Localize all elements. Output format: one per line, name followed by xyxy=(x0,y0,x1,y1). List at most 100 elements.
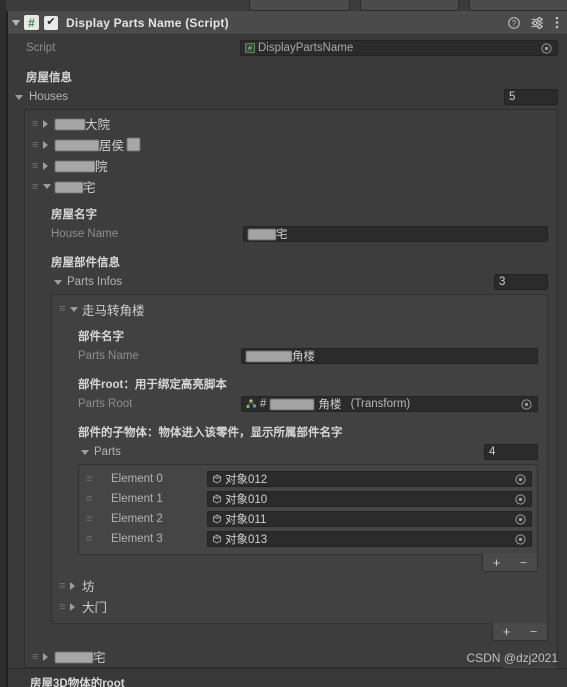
element-row[interactable]: ≡ Element 2 对象011 xyxy=(84,509,532,529)
parts-info-title: 坊 xyxy=(82,580,95,594)
toolbar-button-1[interactable] xyxy=(249,0,350,11)
house-list-item[interactable]: ≡ 院 xyxy=(25,155,557,176)
parts-array-row[interactable]: Parts 4 xyxy=(78,443,538,461)
houses-section-header: 房屋信息 xyxy=(26,72,72,84)
redacted-text xyxy=(55,652,93,663)
house-foldout[interactable] xyxy=(43,184,55,189)
remove-element-button[interactable]: − xyxy=(515,556,533,569)
toolbar-button-2[interactable] xyxy=(360,0,459,11)
drag-handle-icon[interactable]: ≡ xyxy=(32,118,43,130)
parts-info-item[interactable]: ≡ 大门 xyxy=(52,596,547,617)
drag-handle-icon[interactable]: ≡ xyxy=(59,580,70,592)
parts-infos-foldout[interactable] xyxy=(51,279,64,285)
csdn-watermark: CSDN @dzj2021 xyxy=(466,651,558,665)
drag-handle-icon[interactable]: ≡ xyxy=(86,533,97,545)
element-row[interactable]: ≡ Element 3 对象013 xyxy=(84,529,532,549)
houses-list-container: ≡ 大院 ≡ 居侯 ≡ 院 ≡ 宅 房屋名字 House Name 宅 房屋部件… xyxy=(24,109,558,685)
houses-size-field[interactable]: 5 xyxy=(504,89,558,105)
more-menu-icon[interactable] xyxy=(555,16,559,29)
object-picker-icon[interactable] xyxy=(514,533,527,546)
house-list-item[interactable]: ≡ 大院 xyxy=(25,113,557,134)
parts-name-input[interactable]: 角楼 xyxy=(241,348,538,364)
preset-icon[interactable] xyxy=(531,16,544,29)
element-object-field[interactable]: 对象011 xyxy=(207,511,532,527)
parts-info-item-expanded[interactable]: ≡ 走马转角楼 xyxy=(52,299,547,319)
chevron-down-icon xyxy=(70,306,78,312)
element-value-wrap: 对象013 xyxy=(212,531,267,547)
component-foldout-toggle[interactable] xyxy=(8,11,24,34)
parts-root-object-field[interactable]: # 角楼 (Transform) xyxy=(241,396,538,412)
drag-handle-icon[interactable]: ≡ xyxy=(86,493,97,505)
parts-root-value-wrap: # 角楼 (Transform) xyxy=(246,396,410,412)
object-picker-icon[interactable] xyxy=(514,513,527,526)
component-title: Display Parts Name (Script) xyxy=(66,15,229,30)
toolbar-button-3[interactable] xyxy=(469,0,567,11)
component-header[interactable]: # ✔ Display Parts Name (Script) ? xyxy=(8,11,567,35)
gameobject-icon xyxy=(212,494,222,504)
redacted-text xyxy=(55,161,95,172)
script-object-field[interactable]: # DisplayPartsName xyxy=(240,40,558,56)
transform-icon xyxy=(246,399,257,409)
parts-info-foldout[interactable] xyxy=(70,581,82,590)
element-object-field[interactable]: 对象013 xyxy=(207,531,532,547)
component-header-icons: ? xyxy=(508,11,559,34)
house-foldout[interactable] xyxy=(43,140,55,149)
drag-handle-icon[interactable]: ≡ xyxy=(32,181,43,193)
parts-array-foldout[interactable] xyxy=(78,449,91,455)
house-list-item[interactable]: ≡ 居侯 xyxy=(25,134,557,155)
chevron-right-icon xyxy=(70,581,75,590)
parts-infos-header: 房屋部件信息 xyxy=(51,257,120,269)
houses-label: Houses xyxy=(29,91,68,103)
element-row[interactable]: ≡ Element 0 对象012 xyxy=(84,469,532,489)
gameobject-icon xyxy=(212,534,222,544)
parts-name-label: Parts Name xyxy=(78,350,139,362)
drag-handle-icon[interactable]: ≡ xyxy=(32,139,43,151)
parts-array-size-field[interactable]: 4 xyxy=(484,444,538,460)
next-section-header: 房屋3D物体的root xyxy=(30,678,125,687)
help-icon[interactable]: ? xyxy=(508,16,520,29)
parts-array-label: Parts xyxy=(94,446,121,458)
element-object-field[interactable]: 对象010 xyxy=(207,491,532,507)
houses-foldout[interactable] xyxy=(8,94,26,100)
object-picker-icon[interactable] xyxy=(540,42,553,55)
house-foldout[interactable] xyxy=(43,119,55,128)
house-foldout[interactable] xyxy=(43,652,55,661)
drag-handle-icon[interactable]: ≡ xyxy=(32,160,43,172)
parts-root-type: (Transform) xyxy=(350,398,411,410)
parts-info-item[interactable]: ≡ 坊 xyxy=(52,575,547,596)
parts-infos-row[interactable]: Parts Infos 3 xyxy=(51,273,548,291)
house-name-input[interactable]: 宅 xyxy=(243,226,548,242)
parts-info-foldout[interactable] xyxy=(70,602,82,611)
object-picker-icon[interactable] xyxy=(514,473,527,486)
drag-handle-icon[interactable]: ≡ xyxy=(59,303,70,315)
gameobject-icon xyxy=(212,514,222,524)
add-element-button[interactable]: + xyxy=(488,556,506,569)
parts-infos-size-field[interactable]: 3 xyxy=(494,274,548,290)
drag-handle-icon[interactable]: ≡ xyxy=(59,601,70,613)
add-parts-info-button[interactable]: + xyxy=(498,625,516,638)
house-item-name: 宅 xyxy=(55,177,96,196)
script-object-value-wrap: # DisplayPartsName xyxy=(245,42,353,54)
chevron-down-icon xyxy=(80,449,89,455)
parts-info-title: 走马转角楼 xyxy=(82,303,145,318)
top-toolbar-strip xyxy=(0,0,567,11)
element-row[interactable]: ≡ Element 1 对象010 xyxy=(84,489,532,509)
parts-info-foldout[interactable] xyxy=(70,306,82,312)
element-object-field[interactable]: 对象012 xyxy=(207,471,532,487)
component-enabled-checkbox[interactable]: ✔ xyxy=(44,15,58,30)
object-picker-icon[interactable] xyxy=(514,493,527,506)
remove-parts-info-button[interactable]: − xyxy=(525,625,543,638)
parts-infos-addremove-buttons: + − xyxy=(492,623,548,641)
houses-row[interactable]: Houses 5 xyxy=(8,88,567,106)
script-object-value: DisplayPartsName xyxy=(258,42,354,54)
object-picker-icon[interactable] xyxy=(520,398,533,411)
parts-root-row: Parts Root # 角楼 (Transform) xyxy=(78,395,538,413)
house-list-item-expanded[interactable]: ≡ 宅 xyxy=(25,176,557,197)
redacted-text xyxy=(248,228,276,240)
svg-text:?: ? xyxy=(512,19,517,28)
drag-handle-icon[interactable]: ≡ xyxy=(86,513,97,525)
drag-handle-icon[interactable]: ≡ xyxy=(32,651,43,663)
house-item-name: 宅 xyxy=(55,647,106,666)
drag-handle-icon[interactable]: ≡ xyxy=(86,473,97,485)
house-foldout[interactable] xyxy=(43,161,55,170)
